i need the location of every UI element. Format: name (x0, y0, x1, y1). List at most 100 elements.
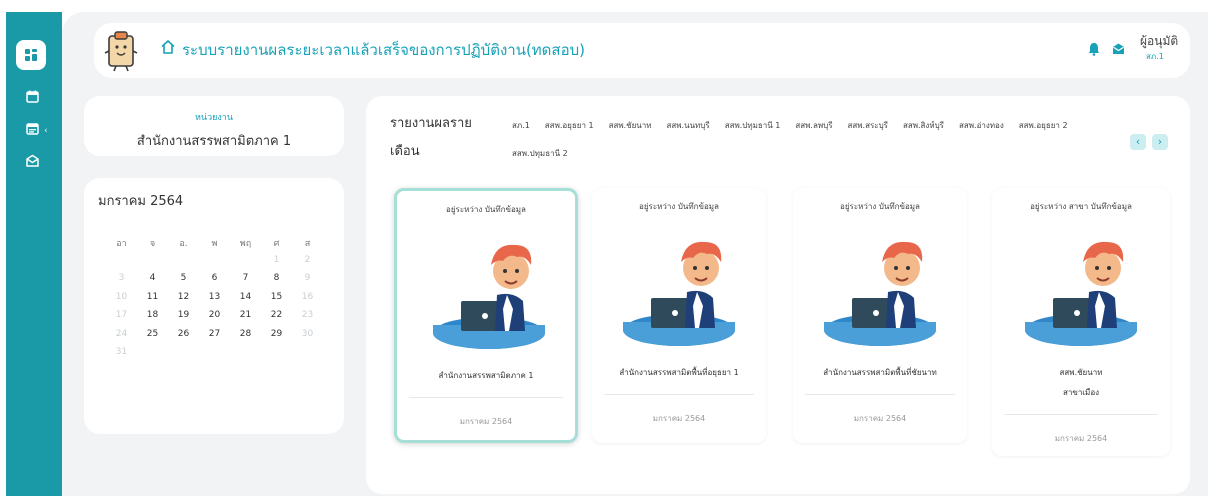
worker-illustration-icon (433, 244, 545, 349)
card-status: อยู่ระหว่าง บันทึกข้อมูล (446, 205, 526, 214)
unit-tab[interactable]: สสพ.นนทบุรี (667, 112, 710, 140)
calendar-day[interactable]: 14 (230, 292, 261, 311)
card-unit-branch: สาขาเมือง (1062, 388, 1100, 397)
app-header: ระบบรายงานผลระยะเวลาแล้วเสร็จของการปฏิบั… (94, 23, 1190, 78)
report-title-line2: เดือน (390, 144, 420, 159)
calendar-day[interactable]: 19 (168, 310, 199, 329)
calendar-day[interactable]: 17 (106, 310, 137, 329)
card-period: มกราคม 2564 (1054, 434, 1108, 443)
calendar-list-icon[interactable] (24, 120, 40, 136)
user-unit: สภ.1 (1146, 52, 1164, 61)
calendar-day[interactable]: 2 (292, 255, 323, 274)
calendar-empty-cell (168, 255, 199, 274)
calendar-title: มกราคม 2564 (98, 194, 184, 209)
card-divider (604, 394, 754, 395)
calendar-day[interactable]: 13 (199, 292, 230, 311)
weekday-label: ศ (273, 239, 280, 249)
calendar-icon[interactable] (24, 88, 40, 104)
unit-tab[interactable]: สสพ.สระบุรี (848, 112, 888, 140)
report-title: รายงานผลราย เดือน (390, 110, 480, 166)
unit-tab[interactable]: สสพ.ปทุมธานี 2 (512, 140, 568, 168)
unit-card: หน่วยงาน สำนักงานสรรพสามิตภาค 1 (84, 96, 344, 156)
card-unit-name: สำนักงานสรรพสามิตพื้นที่ชัยนาท (823, 368, 937, 377)
calendar-day[interactable]: 8 (261, 273, 292, 292)
report-card[interactable]: อยู่ระหว่าง บันทึกข้อมูล สำนักงานสรรพสาม… (592, 188, 766, 443)
calendar: มกราคม 2564 อาจอ. พพฤศส 1 2 3 4 5 6 7 8 9 10 11 12 13 1… (84, 178, 344, 434)
card-status: อยู่ระหว่าง บันทึกข้อมูล (840, 202, 920, 211)
unit-tab[interactable]: สสพ.ปทุมธานี 1 (725, 112, 781, 140)
mail-icon[interactable] (24, 152, 40, 168)
calendar-day[interactable]: 23 (292, 310, 323, 329)
calendar-empty-cell (137, 255, 168, 274)
calendar-day[interactable]: 29 (261, 329, 292, 348)
worker-illustration-icon (1025, 241, 1137, 346)
calendar-empty-cell (199, 255, 230, 274)
calendar-day[interactable]: 9 (292, 273, 323, 292)
calendar-day[interactable]: 25 (137, 329, 168, 348)
calendar-day[interactable]: 1 (261, 255, 292, 274)
clipboard-mascot-icon (104, 31, 138, 72)
calendar-day[interactable]: 18 (137, 310, 168, 329)
card-period: มกราคม 2564 (853, 414, 907, 423)
calendar-day[interactable]: 20 (199, 310, 230, 329)
unit-tab[interactable]: สสพ.อยุธยา 1 (545, 112, 594, 140)
prev-button[interactable]: ‹ (1130, 134, 1146, 150)
weekday-label: จ (149, 239, 156, 249)
next-button[interactable]: › (1152, 134, 1168, 150)
calendar-day[interactable]: 30 (292, 329, 323, 348)
calendar-day[interactable]: 4 (137, 273, 168, 292)
app-title: ระบบรายงานผลระยะเวลาแล้วเสร็จของการปฏิบั… (182, 41, 585, 59)
card-divider (1004, 414, 1158, 415)
calendar-day[interactable]: 26 (168, 329, 199, 348)
unit-tab[interactable]: สสพ.อยุธยา 2 (1019, 112, 1068, 140)
home-icon[interactable] (160, 39, 176, 55)
calendar-day[interactable]: 24 (106, 329, 137, 348)
weekday-label: พฤ (239, 239, 252, 249)
bell-icon[interactable] (1088, 42, 1100, 56)
card-unit-name: สำนักงานสรรพสามิตพื้นที่อยุธยา 1 (619, 368, 739, 377)
calendar-day[interactable]: 10 (106, 292, 137, 311)
worker-illustration-icon (623, 241, 735, 346)
card-divider (409, 397, 563, 398)
calendar-day[interactable]: 16 (292, 292, 323, 311)
calendar-day[interactable]: 27 (199, 329, 230, 348)
report-title-line1: รายงานผลราย (390, 116, 472, 131)
calendar-day[interactable]: 3 (106, 273, 137, 292)
report-card[interactable]: อยู่ระหว่าง บันทึกข้อมูล สำนักงานสรรพสาม… (793, 188, 967, 443)
calendar-day[interactable]: 22 (261, 310, 292, 329)
unit-label: หน่วยงาน (194, 113, 233, 123)
card-unit-name: สสพ.ชัยนาท (1059, 368, 1103, 377)
user-role[interactable]: ผู้อนุมัติ (1140, 32, 1178, 51)
calendar-grid: อาจอ. พพฤศส 1 2 3 4 5 6 7 8 9 10 11 12 13 14 15 16 17 18 19 2… (106, 236, 323, 366)
calendar-day[interactable]: 11 (137, 292, 168, 311)
unit-name: สำนักงานสรรพสามิตภาค 1 (136, 134, 292, 149)
unit-tab[interactable]: สสพ.ชัยนาท (609, 112, 652, 140)
card-status: อยู่ระหว่าง สาขา บันทึกข้อมูล (1030, 202, 1132, 211)
card-period: มกราคม 2564 (652, 414, 706, 423)
calendar-day[interactable]: 21 (230, 310, 261, 329)
unit-tab[interactable]: สภ.1 (512, 112, 530, 140)
calendar-day[interactable]: 12 (168, 292, 199, 311)
unit-tab[interactable]: สสพ.อ่างทอง (959, 112, 1004, 140)
calendar-day[interactable]: 15 (261, 292, 292, 311)
unit-tab[interactable]: สสพ.สิงห์บุรี (903, 112, 944, 140)
worker-illustration-icon (824, 241, 936, 346)
calendar-day[interactable]: 31 (106, 347, 137, 366)
calendar-empty-cell (106, 255, 137, 274)
report-card[interactable]: อยู่ระหว่าง บันทึกข้อมูล สำนักงานสรรพสาม… (394, 188, 578, 443)
report-card[interactable]: อยู่ระหว่าง สาขา บันทึกข้อมูล สสพ.ชัยนาท… (992, 188, 1170, 456)
chevron-left-icon[interactable]: ‹ (44, 126, 48, 136)
calendar-day[interactable]: 28 (230, 329, 261, 348)
calendar-day[interactable]: 5 (168, 273, 199, 292)
unit-tab[interactable]: สสพ.ลพบุรี (795, 112, 832, 140)
left-rail (6, 12, 62, 496)
card-period: มกราคม 2564 (459, 417, 513, 426)
card-unit-name: สำนักงานสรรพสามิตภาค 1 (438, 371, 534, 380)
weekday-label: อ. (179, 239, 188, 249)
calendar-day[interactable]: 6 (199, 273, 230, 292)
envelope-icon[interactable] (1112, 42, 1125, 55)
calendar-day[interactable]: 7 (230, 273, 261, 292)
dashboard-icon[interactable] (16, 40, 46, 70)
calendar-empty-cell (230, 255, 261, 274)
unit-tabs: สภ.1 สสพ.อยุธยา 1 สสพ.ชัยนาท สสพ.นนทบุรี สสพ… (512, 112, 1132, 168)
